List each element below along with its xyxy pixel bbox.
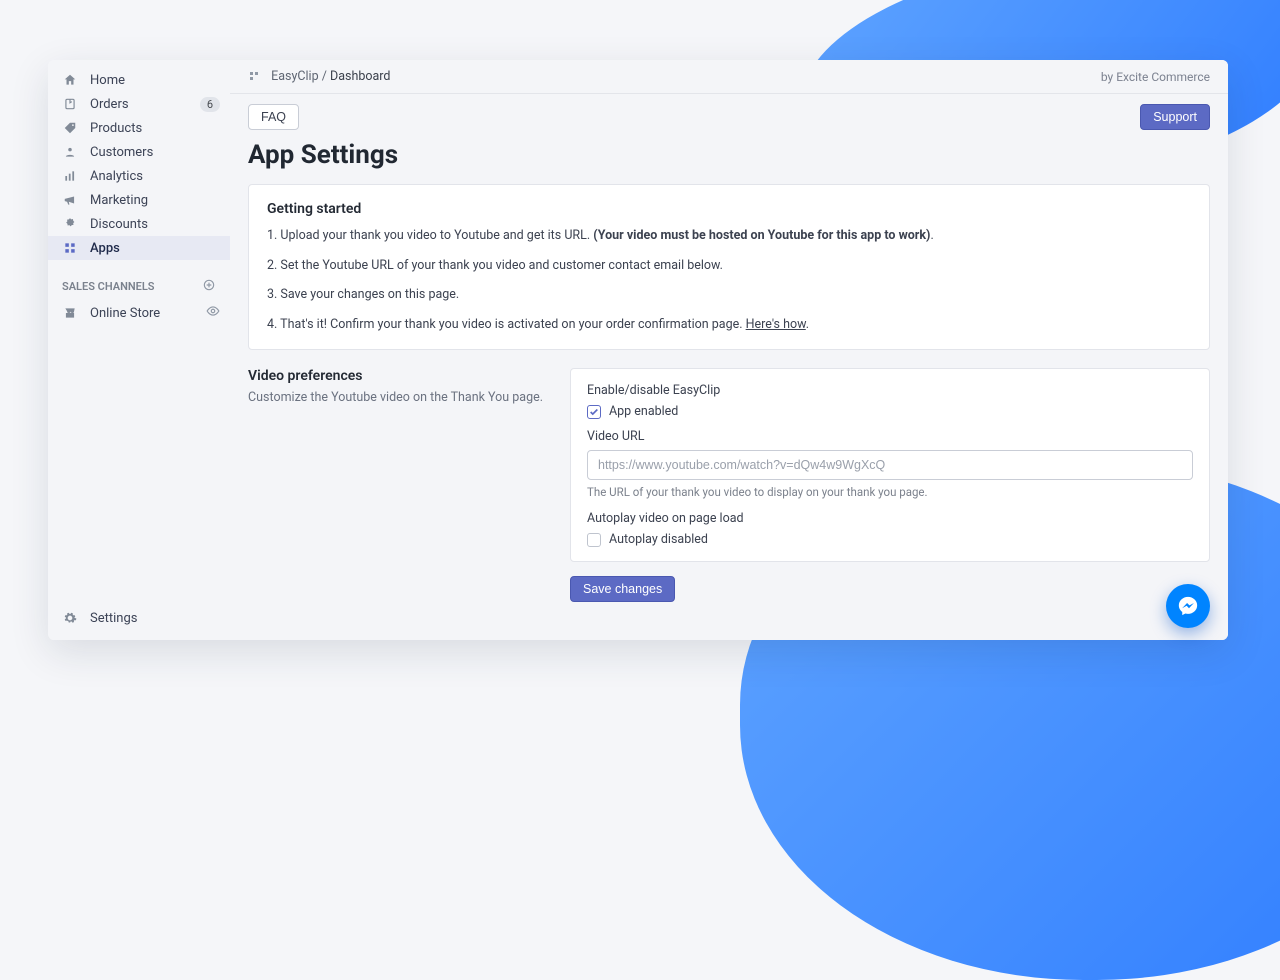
autoplay-checkbox[interactable] bbox=[587, 533, 601, 547]
step-4-suffix: . bbox=[806, 317, 809, 332]
sidebar-item-customers[interactable]: Customers bbox=[48, 140, 230, 164]
step-2: 2. Set the Youtube URL of your thank you… bbox=[267, 257, 1191, 275]
page-title: App Settings bbox=[248, 140, 1210, 170]
apps-icon bbox=[62, 240, 78, 256]
faq-button[interactable]: FAQ bbox=[248, 104, 299, 130]
orders-badge: 6 bbox=[200, 97, 220, 112]
sidebar-section-label: SALES CHANNELS bbox=[62, 280, 155, 293]
megaphone-icon bbox=[62, 192, 78, 208]
sidebar-item-apps[interactable]: Apps bbox=[48, 236, 230, 260]
attribution-text: by Excite Commerce bbox=[1101, 70, 1210, 84]
content-area: FAQ Support App Settings Getting started… bbox=[230, 94, 1228, 640]
step-1-bold: (Your video must be hosted on Youtube fo… bbox=[593, 228, 930, 243]
sidebar-item-marketing[interactable]: Marketing bbox=[48, 188, 230, 212]
sidebar: Home Orders 6 Products Customers Analyti… bbox=[48, 60, 230, 640]
messenger-icon bbox=[1177, 595, 1199, 617]
sidebar-item-discounts[interactable]: Discounts bbox=[48, 212, 230, 236]
sidebar-item-label: Apps bbox=[90, 241, 120, 256]
autoplay-row[interactable]: Autoplay disabled bbox=[587, 532, 1193, 547]
step-4-prefix: 4. That's it! Confirm your thank you vid… bbox=[267, 317, 746, 332]
prefs-description-column: Video preferences Customize the Youtube … bbox=[248, 368, 548, 602]
store-icon bbox=[62, 305, 78, 321]
sidebar-item-label: Discounts bbox=[90, 217, 148, 232]
step-4: 4. That's it! Confirm your thank you vid… bbox=[267, 316, 1191, 334]
video-preferences-section: Video preferences Customize the Youtube … bbox=[248, 368, 1210, 602]
video-url-help: The URL of your thank you video to displ… bbox=[587, 485, 1193, 499]
sidebar-item-label: Online Store bbox=[90, 306, 160, 321]
app-switcher-icon[interactable] bbox=[248, 70, 262, 84]
sidebar-item-home[interactable]: Home bbox=[48, 68, 230, 92]
step-1: 1. Upload your thank you video to Youtub… bbox=[267, 227, 1191, 245]
sidebar-item-label: Marketing bbox=[90, 193, 148, 208]
getting-started-heading: Getting started bbox=[267, 201, 1191, 217]
step-1-prefix: 1. Upload your thank you video to Youtub… bbox=[267, 228, 593, 243]
sidebar-item-label: Home bbox=[90, 73, 125, 88]
main-panel: EasyClip / Dashboard by Excite Commerce … bbox=[230, 60, 1228, 640]
sidebar-item-label: Customers bbox=[90, 145, 153, 160]
support-button[interactable]: Support bbox=[1140, 104, 1210, 130]
plus-circle-icon[interactable] bbox=[202, 278, 216, 295]
prefs-form-card: Enable/disable EasyClip App enabled Vide… bbox=[570, 368, 1210, 562]
breadcrumb-separator: / bbox=[322, 69, 330, 84]
gear-icon bbox=[62, 610, 78, 626]
orders-icon bbox=[62, 96, 78, 112]
sidebar-item-label: Orders bbox=[90, 97, 129, 112]
app-enabled-checkbox[interactable] bbox=[587, 405, 601, 419]
save-button[interactable]: Save changes bbox=[570, 576, 675, 602]
sidebar-item-label: Products bbox=[90, 121, 142, 136]
home-icon bbox=[62, 72, 78, 88]
save-row: Save changes bbox=[570, 576, 1210, 602]
discount-icon bbox=[62, 216, 78, 232]
person-icon bbox=[62, 144, 78, 160]
eye-icon[interactable] bbox=[206, 304, 220, 322]
breadcrumb-page: Dashboard bbox=[330, 69, 390, 84]
messenger-button[interactable] bbox=[1166, 584, 1210, 628]
bars-icon bbox=[62, 168, 78, 184]
sidebar-item-products[interactable]: Products bbox=[48, 116, 230, 140]
video-url-input[interactable] bbox=[587, 450, 1193, 480]
step-4-link[interactable]: Here's how bbox=[746, 317, 806, 332]
top-bar: EasyClip / Dashboard by Excite Commerce bbox=[230, 60, 1228, 94]
enable-label: Enable/disable EasyClip bbox=[587, 383, 1193, 398]
action-row: FAQ Support bbox=[248, 104, 1210, 130]
prefs-form-column: Enable/disable EasyClip App enabled Vide… bbox=[570, 368, 1210, 602]
sidebar-item-label: Settings bbox=[90, 611, 137, 626]
sidebar-item-analytics[interactable]: Analytics bbox=[48, 164, 230, 188]
step-3: 3. Save your changes on this page. bbox=[267, 286, 1191, 304]
breadcrumb-app[interactable]: EasyClip bbox=[271, 69, 319, 84]
autoplay-label: Autoplay video on page load bbox=[587, 511, 1193, 526]
sidebar-item-label: Analytics bbox=[90, 169, 143, 184]
tag-icon bbox=[62, 120, 78, 136]
sidebar-item-orders[interactable]: Orders 6 bbox=[48, 92, 230, 116]
getting-started-steps: 1. Upload your thank you video to Youtub… bbox=[267, 227, 1191, 333]
video-url-label: Video URL bbox=[587, 429, 1193, 444]
prefs-title: Video preferences bbox=[248, 368, 548, 384]
app-enabled-label: App enabled bbox=[609, 404, 678, 419]
sidebar-section-channels: SALES CHANNELS bbox=[48, 260, 230, 301]
step-1-suffix: . bbox=[930, 228, 933, 243]
prefs-desc: Customize the Youtube video on the Thank… bbox=[248, 390, 548, 405]
app-enabled-row[interactable]: App enabled bbox=[587, 404, 1193, 419]
getting-started-card: Getting started 1. Upload your thank you… bbox=[248, 184, 1210, 350]
autoplay-disabled-label: Autoplay disabled bbox=[609, 532, 708, 547]
breadcrumb: EasyClip / Dashboard bbox=[248, 69, 390, 84]
sidebar-item-online-store[interactable]: Online Store bbox=[48, 301, 230, 325]
app-frame: Home Orders 6 Products Customers Analyti… bbox=[48, 60, 1228, 640]
sidebar-item-settings[interactable]: Settings bbox=[48, 606, 230, 630]
